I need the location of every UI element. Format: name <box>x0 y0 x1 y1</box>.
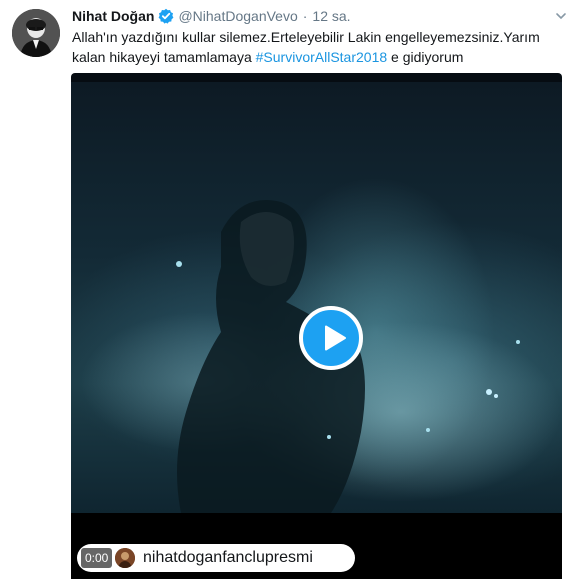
play-icon <box>325 325 346 351</box>
video-duration: 0:00 <box>81 548 113 568</box>
tweet-header: Nihat Doğan @NihatDoganVevo · 12 sa. <box>72 6 351 26</box>
author-handle[interactable]: @NihatDoganVevo <box>178 8 297 24</box>
source-name: nihatdoganfanclupresmi <box>143 549 313 566</box>
author-name[interactable]: Nihat Doğan <box>72 8 154 24</box>
video-source-attribution[interactable]: nihatdoganfanclupresmi 0:00 <box>77 544 355 572</box>
tweet-text-part2: e gidiyorum <box>387 49 464 65</box>
play-button[interactable] <box>299 306 363 370</box>
verified-badge-icon <box>158 8 174 24</box>
tweet: Nihat Doğan @NihatDoganVevo · 12 sa. All… <box>0 0 573 579</box>
hashtag-link[interactable]: #SurvivorAllStar2018 <box>256 49 388 65</box>
caret-down-icon[interactable] <box>555 9 567 21</box>
tweet-text: Allah'ın yazdığını kullar silemez.Ertele… <box>72 27 562 67</box>
video-bottom-bar: nihatdoganfanclupresmi 0:00 <box>71 513 562 579</box>
video-player[interactable]: nihatdoganfanclupresmi 0:00 <box>71 73 562 579</box>
author-avatar[interactable] <box>12 9 60 57</box>
tweet-timestamp[interactable]: 12 sa. <box>312 8 350 24</box>
separator-dot: · <box>302 8 308 24</box>
source-avatar <box>115 548 135 568</box>
video-thumbnail[interactable] <box>71 82 562 513</box>
